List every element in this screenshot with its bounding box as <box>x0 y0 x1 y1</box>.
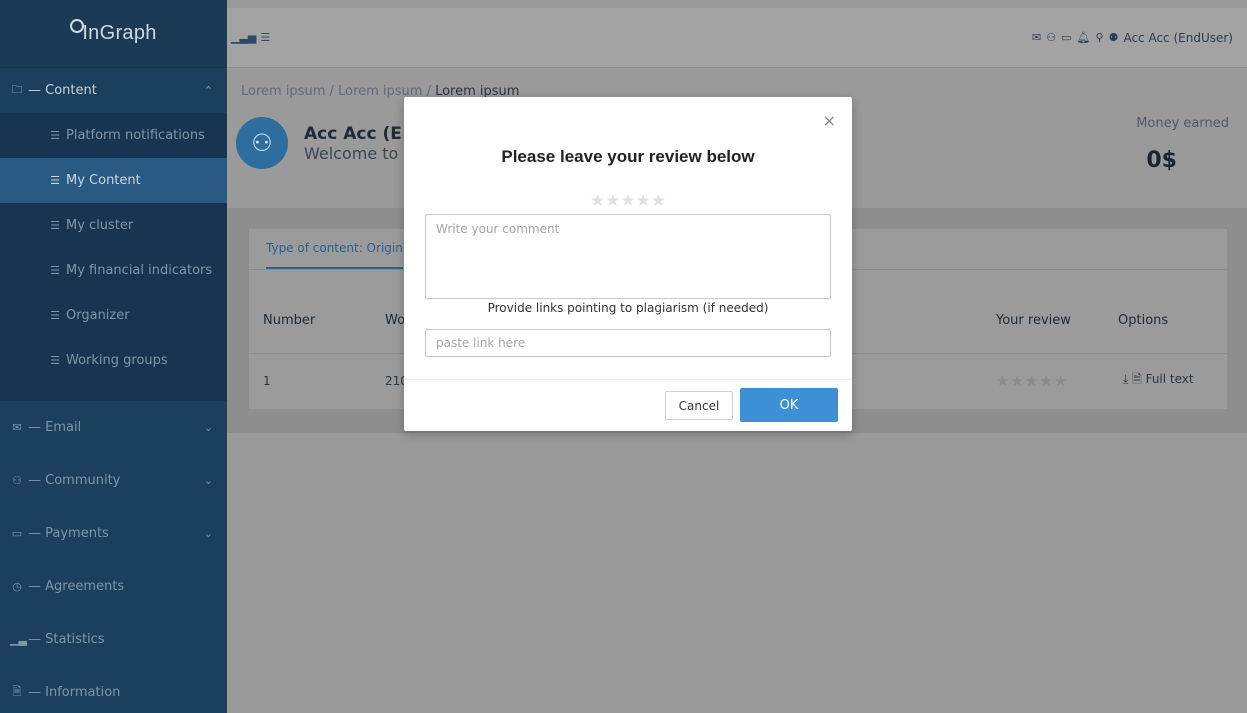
money-earned-value: 0$ <box>1146 148 1177 173</box>
sidebar-item-payments[interactable]: ▭ — Payments ⌄ <box>0 507 227 560</box>
search-icon[interactable]: ⚲ <box>1096 31 1104 44</box>
chevron-down-icon: ⌄ <box>203 527 213 540</box>
bell-icon[interactable]: 🔔︎ <box>1077 31 1091 44</box>
avatar: ⚇ <box>236 117 288 169</box>
breadcrumb-item[interactable]: Lorem ipsum <box>241 84 325 99</box>
folder-icon: 🗀 <box>11 83 23 96</box>
profile-header: ⚇ Acc Acc (E Welcome to <box>236 117 402 169</box>
lines-icon: ☰ <box>50 129 60 142</box>
mail-icon: ✉ <box>12 421 22 434</box>
logo-area[interactable]: InGraph <box>0 0 227 68</box>
user-icon: ⚇ <box>251 129 273 157</box>
logo: InGraph <box>70 18 157 45</box>
sidebar-item-information[interactable]: 🗎 — Information <box>0 666 227 713</box>
money-earned-label: Money earned <box>1136 116 1229 131</box>
column-work: Wo <box>385 312 406 328</box>
lines-icon: ☰ <box>50 219 60 232</box>
topbar: ▁▃▅ ☰ ✉ ⚇ ▭ 🔔︎ ⚲ ⚉ Acc Acc (EndUser) <box>227 8 1247 68</box>
payments-icon: ▭ <box>11 527 23 540</box>
comment-field[interactable] <box>425 214 831 299</box>
user-label[interactable]: Acc Acc (EndUser) <box>1123 31 1233 45</box>
content-submenu: ☰ Platform notifications ☰ My Content ☰ My … <box>0 113 227 401</box>
list-icon[interactable]: ☰ <box>260 31 270 44</box>
document-icon: 🗎 <box>12 685 22 698</box>
bar-chart-icon[interactable]: ▁▃▅ <box>231 31 256 44</box>
lines-icon: ☰ <box>50 174 60 187</box>
sidebar-item-my-financial-indicators[interactable]: ☰ My financial indicators <box>0 248 227 293</box>
ok-button[interactable]: OK <box>740 388 838 422</box>
modal-footer: Cancel OK <box>404 379 852 431</box>
review-modal: × Please leave your review below ★★★★★ P… <box>404 97 852 431</box>
community-icon: ⚇ <box>12 474 22 487</box>
lines-icon: ☰ <box>50 309 60 322</box>
cell-number: 1 <box>263 373 271 388</box>
profile-name: Acc Acc (E <box>304 123 402 144</box>
column-your-review: Your review <box>996 312 1071 328</box>
sidebar-item-my-content[interactable]: ☰ My Content <box>0 158 227 203</box>
tab-type-of-content[interactable]: Type of content: Origin <box>266 229 403 269</box>
brand-name: InGraph <box>82 22 157 44</box>
sidebar-item-my-cluster[interactable]: ☰ My cluster <box>0 203 227 248</box>
sidebar-item-statistics[interactable]: ▁▃ — Statistics <box>0 613 227 666</box>
sidebar-item-agreements[interactable]: ◷ — Agreements <box>0 560 227 613</box>
user-icon[interactable]: ⚉ <box>1109 31 1119 44</box>
modal-title: Please leave your review below <box>501 147 755 166</box>
chevron-down-icon: ⌄ <box>203 421 213 434</box>
sidebar: InGraph 🗀 — Content ⌃ ☰ Platform notifica… <box>0 0 227 713</box>
logo-ring-icon <box>70 18 85 33</box>
section-label: — Content <box>28 83 97 98</box>
plagiarism-links-label: Provide links pointing to plagiarism (if… <box>487 301 769 315</box>
cancel-button[interactable]: Cancel <box>665 391 733 420</box>
chevron-down-icon: ⌄ <box>203 474 213 487</box>
rating-stars[interactable]: ★★★★★ <box>404 191 852 211</box>
community-icon[interactable]: ⚇ <box>1046 31 1056 44</box>
sidebar-section-content[interactable]: 🗀 — Content ⌃ <box>0 68 227 113</box>
plagiarism-link-input[interactable] <box>425 329 831 357</box>
close-icon[interactable]: × <box>823 111 836 130</box>
payments-icon[interactable]: ▭ <box>1061 31 1071 44</box>
sidebar-item-community[interactable]: ⚇ — Community ⌄ <box>0 454 227 507</box>
full-text-link[interactable]: ⤓ 🗎 Full text <box>1123 370 1194 391</box>
sidebar-item-working-groups[interactable]: ☰ Working groups <box>0 338 227 383</box>
sidebar-item-organizer[interactable]: ☰ Organizer <box>0 293 227 338</box>
review-stars[interactable]: ★★★★★ <box>996 372 1068 390</box>
lines-icon: ☰ <box>50 354 60 367</box>
sidebar-item-platform-notifications[interactable]: ☰ Platform notifications <box>0 113 227 158</box>
column-number: Number <box>263 312 316 328</box>
profile-welcome: Welcome to <box>304 143 399 163</box>
lines-icon: ☰ <box>50 264 60 277</box>
bar-chart-icon: ▁▃ <box>10 633 27 646</box>
column-options: Options <box>1118 312 1169 328</box>
sidebar-item-email[interactable]: ✉ — Email ⌄ <box>0 401 227 454</box>
chevron-up-icon: ⌃ <box>203 84 213 97</box>
mail-icon[interactable]: ✉ <box>1032 31 1041 44</box>
check-circle-icon: ◷ <box>12 580 22 593</box>
